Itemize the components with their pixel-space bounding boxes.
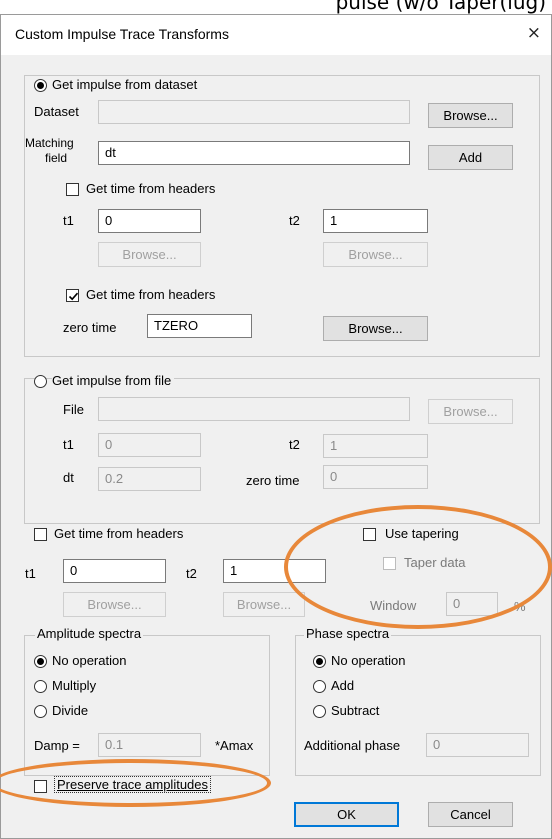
annotation-ring-preserve [0,759,271,807]
browse-t1-button[interactable]: Browse... [98,242,201,267]
matching-field-label-1: Matching [25,136,74,150]
file-t1-input[interactable]: 0 [98,433,201,457]
amax-label: *Amax [215,738,254,753]
browse-zero-time-button[interactable]: Browse... [323,316,428,341]
matching-field-label-2: field [45,151,68,165]
amplitude-group-title: Amplitude spectra [35,626,144,641]
window-title: Custom Impulse Trace Transforms [15,26,229,42]
dataset-label: Dataset [34,104,79,119]
radio-from-dataset-label[interactable]: Get impulse from dataset [52,77,201,92]
section-browse-1-button[interactable]: Browse... [63,592,166,617]
browse-t2-button[interactable]: Browse... [323,242,428,267]
section-browse-2-button[interactable]: Browse... [223,592,305,617]
zero-time-input[interactable]: TZERO [147,314,252,338]
damp-label: Damp = [34,738,80,753]
phase-add-radio[interactable] [313,680,326,693]
browse-file-button[interactable]: Browse... [428,399,513,424]
section-t1-label: t1 [25,566,36,581]
t1-input[interactable]: 0 [98,209,201,233]
amp-no-operation-radio[interactable] [34,655,47,668]
get-time-headers-label-3[interactable]: Get time from headers [54,526,183,541]
dataset-input[interactable] [98,100,410,124]
phase-no-operation-label[interactable]: No operation [331,653,405,668]
phase-group-title: Phase spectra [304,626,392,641]
file-zero-time-input[interactable]: 0 [323,465,428,489]
radio-from-file[interactable] [34,375,47,388]
phase-subtract-radio[interactable] [313,705,326,718]
file-zero-time-label: zero time [246,473,300,488]
amp-divide-radio[interactable] [34,705,47,718]
amp-multiply-radio[interactable] [34,680,47,693]
ok-button[interactable]: OK [294,802,399,827]
damp-input[interactable]: 0.1 [98,733,201,757]
file-t2-input[interactable]: 1 [323,434,428,458]
annotation-ring-tapering [284,505,552,629]
add-button[interactable]: Add [428,145,513,170]
amp-no-operation-label[interactable]: No operation [52,653,126,668]
banner-text: pulse (w/o Taper(lug) [335,0,546,14]
matching-field-input[interactable]: dt [98,141,410,165]
section-t2-label: t2 [186,566,197,581]
file-t1-label: t1 [63,437,74,452]
get-time-headers-checkbox-2[interactable] [66,289,79,302]
radio-from-file-label[interactable]: Get impulse from file [52,373,175,388]
file-input[interactable] [98,397,410,421]
get-time-headers-label-1[interactable]: Get time from headers [86,181,215,196]
get-time-headers-checkbox-1[interactable] [66,183,79,196]
amp-divide-label[interactable]: Divide [52,703,88,718]
file-dt-label: dt [63,470,74,485]
additional-phase-input[interactable]: 0 [426,733,529,757]
file-label: File [63,402,84,417]
additional-phase-label: Additional phase [304,738,401,753]
cancel-button[interactable]: Cancel [428,802,513,827]
file-t2-label: t2 [289,437,300,452]
file-dt-input[interactable]: 0.2 [98,467,201,491]
radio-from-dataset[interactable] [34,79,47,92]
t1-label: t1 [63,213,74,228]
zero-time-label: zero time [63,320,117,335]
top-banner: pulse (w/o Taper(lug) [0,0,552,14]
get-time-headers-label-2[interactable]: Get time from headers [86,287,215,302]
dialog-window: Custom Impulse Trace Transforms × Get im… [0,14,552,839]
amp-multiply-label[interactable]: Multiply [52,678,96,693]
get-time-headers-checkbox-3[interactable] [34,528,47,541]
phase-add-label[interactable]: Add [331,678,354,693]
close-icon[interactable]: × [527,23,541,43]
t2-label: t2 [289,213,300,228]
t2-input[interactable]: 1 [323,209,428,233]
browse-dataset-button[interactable]: Browse... [428,103,513,128]
phase-subtract-label[interactable]: Subtract [331,703,379,718]
checkmark-icon [68,292,79,301]
title-bar: Custom Impulse Trace Transforms × [1,15,551,55]
section-t1-input[interactable]: 0 [63,559,166,583]
phase-no-operation-radio[interactable] [313,655,326,668]
